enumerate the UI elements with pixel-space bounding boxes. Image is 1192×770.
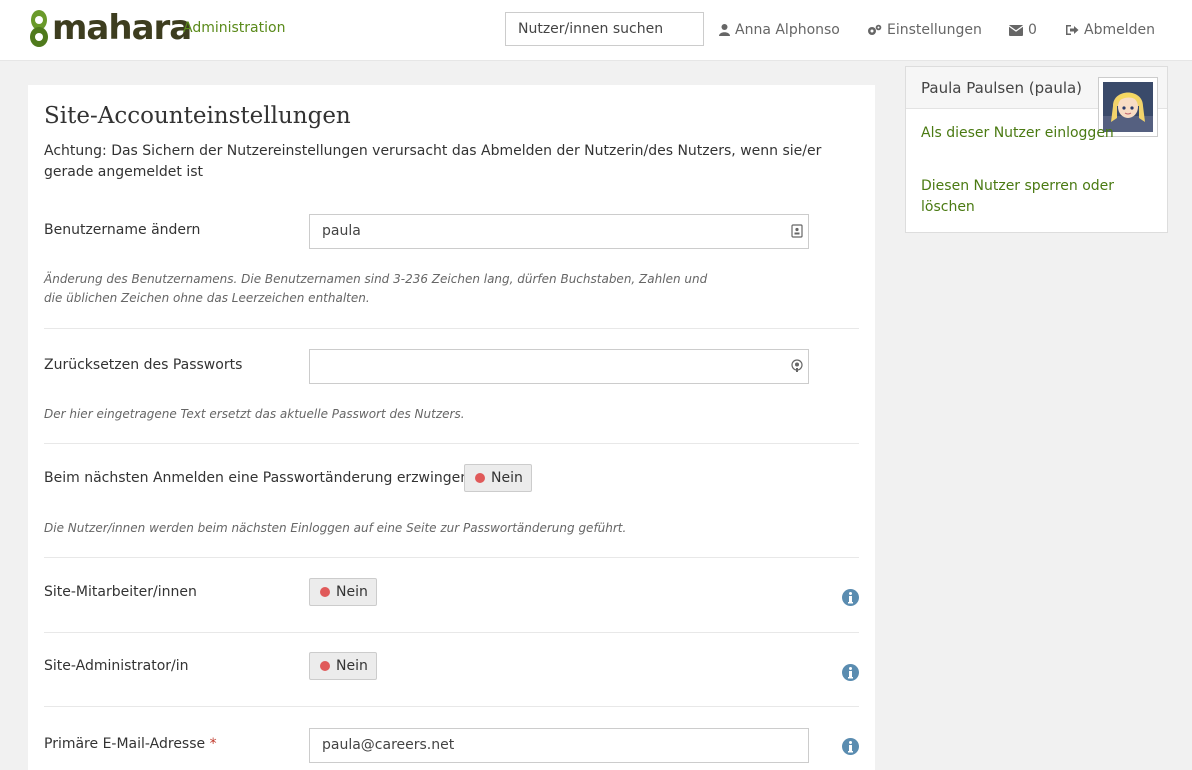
account-settings-panel: Site-Accounteinstellungen Achtung: Das S… (28, 85, 875, 770)
site-staff-switch[interactable]: Nein (309, 578, 377, 606)
inbox-count: 0 (1028, 22, 1037, 38)
envelope-icon (1009, 24, 1023, 36)
top-header: mahara Administration Nutzer/innen suche… (0, 0, 1192, 61)
site-admin-label: Site-Administrator/in (44, 658, 189, 674)
settings-menu[interactable]: Einstellungen (867, 22, 982, 38)
email-value: paula@careers.net (322, 737, 455, 753)
mahara-koru-icon (30, 10, 48, 47)
administration-link[interactable]: Administration (183, 20, 285, 36)
info-icon[interactable] (842, 664, 859, 681)
required-mark: * (209, 736, 217, 752)
logout-label: Abmelden (1084, 22, 1155, 38)
username-description: Änderung des Benutzernamens. Die Benutze… (44, 272, 708, 305)
force-password-change-switch[interactable]: Nein (464, 464, 532, 492)
divider (44, 632, 859, 633)
divider (44, 328, 859, 329)
suspend-delete-user-link[interactable]: Diesen Nutzer sperren oder löschen (921, 176, 1121, 218)
password-reveal-icon (791, 359, 803, 372)
mahara-logo[interactable]: mahara (28, 6, 192, 50)
logout-icon (1066, 25, 1079, 35)
divider (44, 706, 859, 707)
switch-off-indicator (320, 661, 330, 671)
user-name: Anna Alphonso (735, 22, 840, 38)
switch-off-indicator (320, 587, 330, 597)
divider (44, 443, 859, 444)
site-admin-switch[interactable]: Nein (309, 652, 377, 680)
switch-off-indicator (475, 473, 485, 483)
settings-label: Einstellungen (887, 22, 982, 38)
gears-icon (868, 24, 882, 35)
user-search-input[interactable]: Nutzer/innen suchen (505, 12, 704, 46)
logout-link[interactable]: Abmelden (1066, 22, 1155, 38)
username-input[interactable]: paula (309, 214, 809, 249)
switch-state: Nein (336, 584, 368, 600)
password-description: Der hier eingetragene Text ersetzt das a… (44, 407, 465, 421)
password-label: Zurücksetzen des Passworts (44, 357, 243, 373)
inbox-menu[interactable]: 0 (1009, 22, 1037, 38)
user-menu[interactable]: Anna Alphonso (719, 22, 840, 38)
switch-state: Nein (491, 470, 523, 486)
logout-warning: Achtung: Das Sichern der Nutzereinstellu… (44, 143, 822, 180)
login-as-user-link[interactable]: Als dieser Nutzer einloggen (921, 123, 1121, 144)
contact-card-icon (791, 224, 803, 238)
divider (44, 557, 859, 558)
site-staff-label: Site-Mitarbeiter/innen (44, 584, 197, 600)
info-icon[interactable] (842, 589, 859, 606)
info-icon[interactable] (842, 738, 859, 755)
username-value: paula (322, 223, 361, 239)
password-input[interactable] (309, 349, 809, 384)
user-icon (719, 24, 730, 36)
username-label: Benutzername ändern (44, 222, 201, 238)
logo-text: mahara (52, 8, 192, 48)
user-sidebar-panel: Paula Paulsen (paula) Als dieser Nutzer … (905, 66, 1168, 233)
force-password-change-description: Die Nutzer/innen werden beim nächsten Ei… (44, 521, 627, 535)
page-title: Site-Accounteinstellungen (44, 103, 351, 129)
primary-email-label: Primäre E-Mail-Adresse * (44, 736, 217, 752)
primary-email-input[interactable]: paula@careers.net (309, 728, 809, 763)
switch-state: Nein (336, 658, 368, 674)
force-password-change-label: Beim nächsten Anmelden eine Passwortände… (44, 470, 470, 486)
